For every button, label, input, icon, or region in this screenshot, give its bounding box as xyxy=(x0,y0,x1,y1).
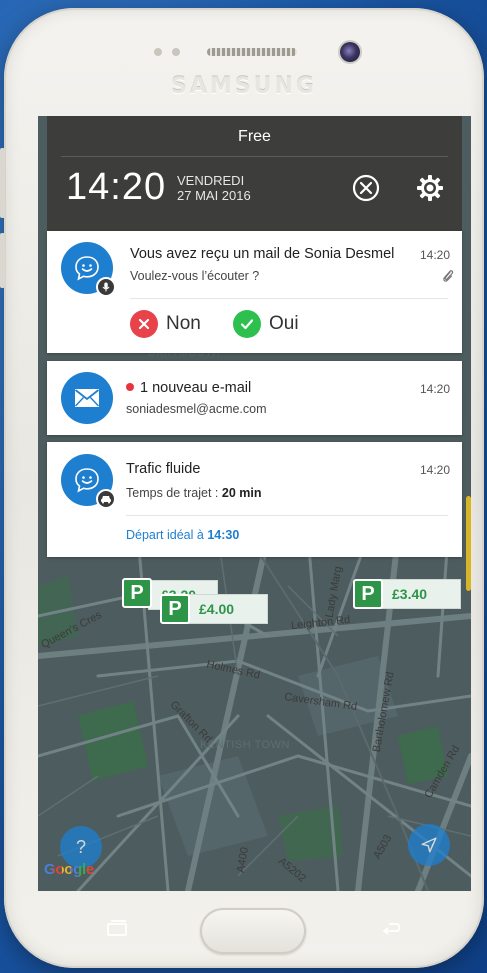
navigate-arrow-icon xyxy=(421,837,437,853)
notification-time: 14:20 xyxy=(420,463,451,477)
notification-time: 14:20 xyxy=(420,248,451,262)
navigate-button[interactable] xyxy=(408,824,450,866)
decline-button[interactable]: Non xyxy=(130,310,201,338)
notification-mail-prompt[interactable]: Vous avez reçu un mail de Sonia Desmel V… xyxy=(47,231,462,353)
sensor-dot xyxy=(154,48,162,56)
carrier-label: Free xyxy=(238,128,271,145)
divider xyxy=(61,156,448,157)
back-arrow-icon xyxy=(383,923,401,935)
notification-subtitle: soniadesmel@acme.com xyxy=(126,402,267,416)
earpiece-speaker xyxy=(207,48,297,56)
parking-price: £4.00 xyxy=(186,594,268,624)
parking-icon: P xyxy=(122,578,152,608)
paperclip-icon xyxy=(443,270,454,282)
unread-indicator xyxy=(126,383,134,391)
side-panel-edge xyxy=(466,496,471,591)
notification-title: Trafic fluide xyxy=(126,461,201,477)
volume-up-button[interactable] xyxy=(0,148,5,218)
settings-button[interactable] xyxy=(415,173,445,203)
phone-frame: SAMSUNG DARTMOUTH Lady Marg Leighton Rd … xyxy=(0,8,484,968)
divider xyxy=(126,515,448,516)
notification-shade-header: Free 14:20 VENDREDI 27 MAI 2016 xyxy=(47,116,462,231)
accept-button[interactable]: Oui xyxy=(233,310,299,338)
recent-apps-button[interactable] xyxy=(102,915,132,941)
close-circle-icon xyxy=(130,310,158,338)
notification-traffic[interactable]: Trafic fluide Temps de trajet : 20 min 1… xyxy=(47,442,462,557)
chat-smile-icon xyxy=(75,256,99,281)
notification-new-email[interactable]: 1 nouveau e-mail soniadesmel@acme.com 14… xyxy=(47,361,462,435)
map-label: KENTISH TOWN xyxy=(200,739,290,751)
front-camera xyxy=(340,42,360,62)
notification-subtitle: Voulez-vous l’écouter ? xyxy=(130,269,260,283)
car-badge xyxy=(96,489,116,509)
sensor-dot xyxy=(172,48,180,56)
email-avatar xyxy=(61,372,113,424)
decline-label: Non xyxy=(166,313,201,334)
back-button[interactable] xyxy=(376,915,406,941)
parking-price: £3.40 xyxy=(379,579,461,609)
notification-title: Vous avez reçu un mail de Sonia Desmel xyxy=(130,246,395,262)
day-label: VENDREDI xyxy=(177,173,245,188)
notification-time: 14:20 xyxy=(420,382,451,396)
accept-label: Oui xyxy=(269,313,299,334)
clear-notifications-button[interactable] xyxy=(351,173,381,203)
home-button[interactable] xyxy=(200,908,306,954)
help-glyph: ? xyxy=(75,836,86,857)
recent-apps-icon xyxy=(107,920,127,936)
check-circle-icon xyxy=(233,310,261,338)
gear-icon xyxy=(417,175,443,201)
car-icon xyxy=(101,496,111,504)
departure-suggestion-link[interactable]: Départ idéal à 14:30 xyxy=(126,528,239,542)
notification-title: 1 nouveau e-mail xyxy=(126,380,251,396)
parking-icon: P xyxy=(160,594,190,624)
date-block: VENDREDI 27 MAI 2016 xyxy=(177,173,251,203)
clock: 14:20 xyxy=(66,166,167,208)
divider xyxy=(130,298,448,299)
google-logo: Google xyxy=(44,861,94,878)
parking-icon: P xyxy=(353,579,383,609)
brand-logo: SAMSUNG xyxy=(171,74,317,99)
close-circle-icon xyxy=(352,174,380,202)
envelope-icon xyxy=(74,389,100,407)
screen: DARTMOUTH Lady Marg Leighton Rd Queen's … xyxy=(38,116,471,891)
travel-time: Temps de trajet : 20 min xyxy=(126,486,262,500)
microphone-badge xyxy=(96,277,116,297)
volume-down-button[interactable] xyxy=(0,233,5,288)
date-label: 27 MAI 2016 xyxy=(177,188,251,203)
chat-smile-icon xyxy=(75,468,99,493)
microphone-icon xyxy=(102,282,110,292)
